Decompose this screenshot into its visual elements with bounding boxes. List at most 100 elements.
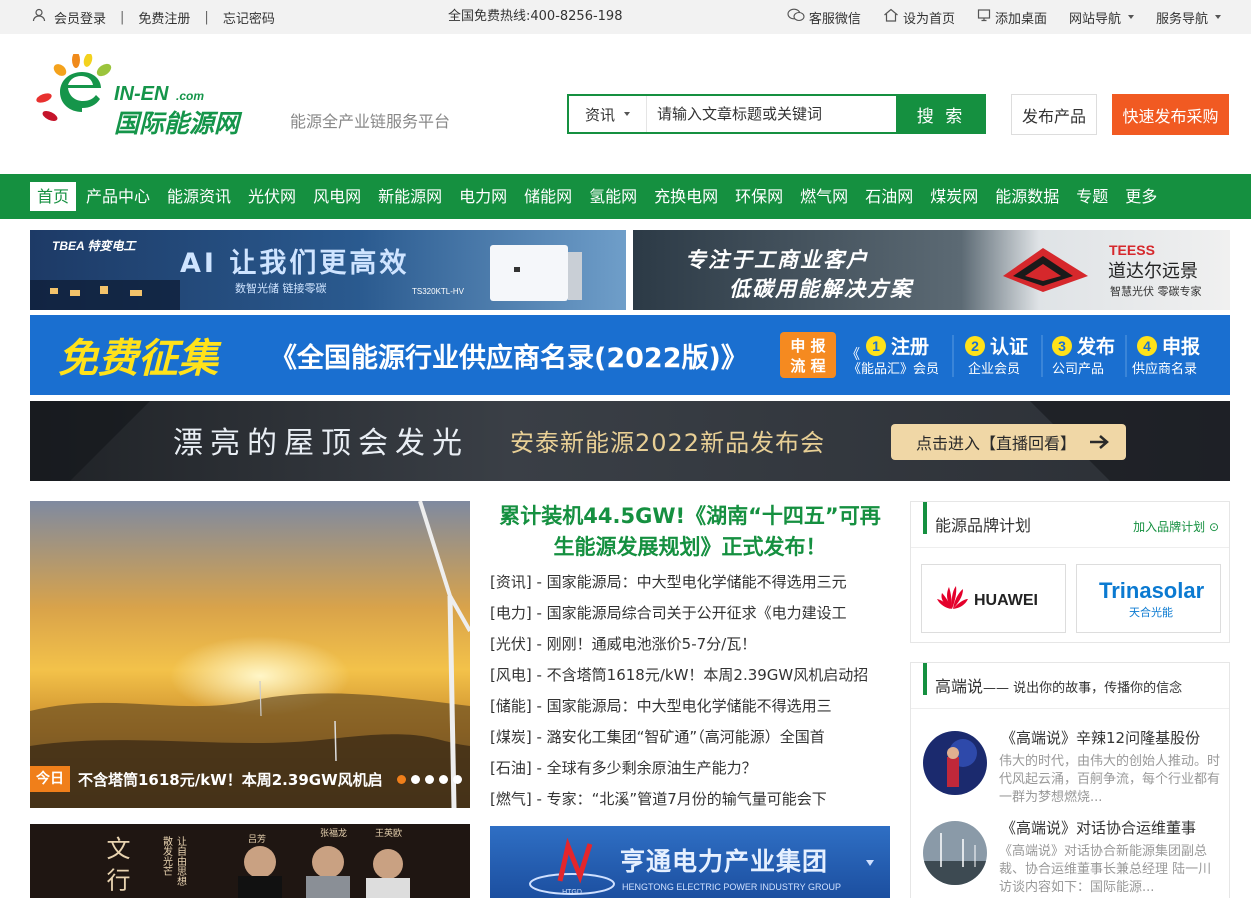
flow-label-2: 流 程 bbox=[790, 357, 825, 375]
section-marker bbox=[923, 663, 927, 695]
talk-desc: 伟大的时代，由伟大的创始人推动。时代风起云涌，百舸争流，每个行业都有一群为梦想燃… bbox=[999, 754, 1221, 805]
nav-item-more[interactable]: 更多 bbox=[1118, 182, 1164, 211]
step-title: 注册 bbox=[891, 335, 929, 358]
join-brand-plan-label: 加入品牌计划 bbox=[1133, 520, 1206, 534]
add-desktop-link[interactable]: 添加桌面 bbox=[977, 8, 1047, 27]
slogan: 能源全产业链服务平台 bbox=[290, 112, 451, 131]
publish-product-button[interactable]: 发布产品 bbox=[1011, 94, 1097, 135]
nav-item[interactable]: 电力网 bbox=[452, 182, 514, 211]
nav-item[interactable]: 风电网 bbox=[306, 182, 368, 211]
news-item[interactable]: [风电] - 不含塔筒1618元/kW！本周2.39GW风机启动招 bbox=[490, 660, 890, 691]
news-list: [资讯] - 国家能源局：中大型电化学储能不得选用三元 [电力] - 国家能源局… bbox=[490, 567, 890, 815]
search-button[interactable]: 搜 索 bbox=[896, 95, 986, 133]
home-icon bbox=[883, 8, 899, 26]
wechat-link[interactable]: 客服微信 bbox=[787, 8, 861, 27]
talk-show-slogan-line: 散发光芒 bbox=[161, 835, 173, 876]
logo-com: .com bbox=[176, 89, 204, 103]
section-marker bbox=[923, 502, 927, 534]
register-link[interactable]: 免费注册 bbox=[138, 8, 190, 27]
site-logo[interactable]: IN-EN .com 国际能源网 bbox=[30, 52, 270, 144]
ad-banner-antai[interactable]: 漂亮的屋顶会发光 安泰新能源2022新品发布会 点击进入【直播回看】 bbox=[30, 401, 1230, 481]
forgot-password-link[interactable]: 忘记密码 bbox=[223, 8, 275, 27]
nav-item[interactable]: 新能源网 bbox=[371, 182, 449, 211]
talk-item[interactable]: 《高端说》对话协合运维董事 《高端说》对话协合新能源集团副总裁、协合运维董事长兼… bbox=[923, 819, 1223, 898]
divider: | bbox=[204, 9, 209, 25]
nav-item[interactable]: 能源数据 bbox=[988, 182, 1066, 211]
main-nav: 首页 产品中心 能源资讯 光伏网 风电网 新能源网 电力网 储能网 氢能网 充换… bbox=[0, 174, 1251, 219]
search-type-select[interactable]: 资讯 bbox=[569, 96, 647, 132]
wechat-label: 客服微信 bbox=[808, 11, 861, 27]
talk-item[interactable]: 《高端说》辛辣12问隆基股份 伟大的时代，由伟大的创始人推动。时代风起云涌，百舸… bbox=[923, 729, 1223, 821]
guest-name: 吕芳 bbox=[248, 833, 266, 845]
nav-item[interactable]: 能源资讯 bbox=[160, 182, 238, 211]
nav-item[interactable]: 储能网 bbox=[517, 182, 579, 211]
step-number: 2 bbox=[971, 338, 979, 354]
supplier-big: 免费征集 bbox=[58, 336, 222, 382]
tbea-title: AI 让我们更高效 bbox=[180, 247, 409, 279]
talk-panel-subtitle: —— 说出你的故事，传播你的信念 bbox=[983, 681, 1183, 696]
nav-item[interactable]: 环保网 bbox=[728, 182, 790, 211]
site-nav-dropdown[interactable]: 网站导航 bbox=[1069, 8, 1134, 27]
svg-text:《: 《 bbox=[846, 347, 860, 363]
search-type-label: 资讯 bbox=[584, 105, 615, 124]
news-item[interactable]: [煤炭] - 潞安化工集团“智矿通”（高河能源）全国首 bbox=[490, 722, 890, 753]
search-input[interactable] bbox=[647, 96, 896, 132]
nav-item[interactable]: 产品中心 bbox=[79, 182, 157, 211]
join-brand-plan-link[interactable]: 加入品牌计划 ⊙ bbox=[1133, 518, 1219, 535]
step-title: 认证 bbox=[990, 335, 1028, 358]
news-slider[interactable]: 今日 不含塔筒1618元/kW！本周2.39GW风机启 bbox=[30, 501, 470, 808]
slider-dots bbox=[397, 774, 462, 784]
ad-banner-hengtong[interactable]: HTGD 亨通电力产业集团 HENGTONG ELECTRIC POWER IN… bbox=[490, 826, 890, 898]
triangle-icon bbox=[866, 860, 874, 866]
nav-item[interactable]: 专题 bbox=[1069, 182, 1115, 211]
slider-dot[interactable] bbox=[439, 774, 448, 784]
teess-brand-en: TEESS bbox=[1109, 242, 1155, 258]
set-homepage-link[interactable]: 设为首页 bbox=[883, 8, 955, 27]
slider-dot[interactable] bbox=[411, 774, 420, 784]
slider-image bbox=[30, 501, 470, 808]
nav-item[interactable]: 充换电网 bbox=[647, 182, 725, 211]
news-item[interactable]: [燃气] - 专家：“北溪”管道7月份的输气量可能会下 bbox=[490, 784, 890, 815]
news-item[interactable]: [电力] - 国家能源局综合司关于公开征求《电力建设工 bbox=[490, 598, 890, 629]
teess-logo-icon bbox=[1003, 248, 1088, 292]
ad-banner-teess[interactable]: 专注于工商业客户 低碳用能解决方案 TEESS 道达尔远景 智慧光伏 零碳专家 bbox=[633, 230, 1230, 310]
slider-dot-active[interactable] bbox=[397, 774, 406, 784]
news-item[interactable]: [光伏] - 刚刚！通威电池涨价5-7分/瓦！ bbox=[490, 629, 890, 660]
brand-logo-huawei[interactable]: HUAWEI bbox=[921, 564, 1066, 633]
slider-caption-text[interactable]: 不含塔筒1618元/kW！本周2.39GW风机启 bbox=[78, 769, 397, 790]
service-nav-dropdown[interactable]: 服务导航 bbox=[1156, 8, 1221, 27]
teess-line1: 专注于工商业客户 bbox=[685, 248, 869, 272]
ad-banner-supplier[interactable]: 免费征集 《全国能源行业供应商名录(2022版)》 申 报 流 程 《 1 注册… bbox=[30, 315, 1230, 395]
talk-title: 《高端说》对话协合运维董事 bbox=[1001, 819, 1197, 837]
step-sub: 供应商名录 bbox=[1132, 361, 1197, 377]
ad-banner-talk-show[interactable]: 让自由思想 散发光芒 文 行 吕芳 张福龙 王英欧 bbox=[30, 824, 470, 898]
nav-item[interactable]: 煤炭网 bbox=[923, 182, 985, 211]
tbea-brand: TBEA 特变电工 bbox=[52, 239, 138, 253]
nav-item[interactable]: 燃气网 bbox=[793, 182, 855, 211]
chevron-down-icon bbox=[624, 112, 630, 116]
news-item[interactable]: [石油] - 全球有多少剩余原油生产能力？ bbox=[490, 753, 890, 784]
wechat-icon bbox=[787, 8, 805, 26]
news-item[interactable]: [资讯] - 国家能源局：中大型电化学储能不得选用三元 bbox=[490, 567, 890, 598]
nav-item[interactable]: 石油网 bbox=[858, 182, 920, 211]
slider-dot[interactable] bbox=[453, 774, 462, 784]
flow-label-1: 申 报 bbox=[790, 337, 825, 355]
fast-purchase-button[interactable]: 快速发布采购 bbox=[1112, 94, 1229, 135]
desktop-label: 添加桌面 bbox=[994, 11, 1047, 27]
step-sub: 公司产品 bbox=[1052, 362, 1104, 377]
search-bar: 资讯 搜 索 bbox=[567, 94, 986, 134]
talk-title: 《高端说》辛辣12问隆基股份 bbox=[1001, 729, 1201, 747]
headline-link[interactable]: 累计装机44.5GW!《湖南“十四五”可再生能源发展规划》正式发布！ bbox=[490, 501, 890, 563]
login-link[interactable]: 会员登录 bbox=[54, 8, 106, 27]
step-number: 1 bbox=[872, 338, 880, 354]
nav-item-home[interactable]: 首页 bbox=[30, 182, 77, 211]
news-item[interactable]: [储能] - 国家能源局：中大型电化学储能不得选用三 bbox=[490, 691, 890, 722]
slider-dot[interactable] bbox=[425, 774, 434, 784]
ad-banner-tbea[interactable]: TBEA 特变电工 AI 让我们更高效 数智光储 链接零碳 TS320KTL-H… bbox=[30, 230, 626, 310]
nav-item[interactable]: 氢能网 bbox=[582, 182, 644, 211]
logo-cn: 国际能源网 bbox=[114, 109, 243, 138]
step-sub: 《能品汇》会员 bbox=[848, 362, 939, 377]
nav-item[interactable]: 光伏网 bbox=[241, 182, 303, 211]
step-number: 3 bbox=[1058, 338, 1066, 354]
brand-logo-trina[interactable]: Trinasolar 天合光能 bbox=[1076, 564, 1221, 633]
